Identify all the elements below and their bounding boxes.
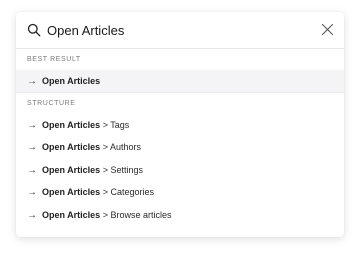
result-name: Open Articles [42, 142, 101, 153]
structure-section: STRUCTURE → Open Articles > Tags → Open Ar… [16, 92, 344, 226]
structure-item-settings[interactable]: → Open Articles > Settings [16, 159, 344, 181]
section-header-structure: STRUCTURE [27, 100, 76, 107]
result-path: > Browse articles [100, 209, 172, 220]
arrow-right-icon: → [27, 187, 37, 199]
arrow-right-icon: → [27, 209, 37, 221]
result-path: > Settings [100, 164, 143, 175]
result-name: Open Articles [42, 209, 101, 220]
result-path: > Tags [100, 120, 130, 130]
result-name: Open Articles [42, 76, 101, 86]
structure-item-browse-articles[interactable]: → Open Articles > Browse articles [16, 204, 344, 226]
command-palette: BEST RESULT → Open Articles STRUCTURE → Op… [16, 12, 344, 237]
arrow-right-icon: → [27, 142, 37, 154]
best-result-item[interactable]: → Open Articles [16, 70, 344, 92]
section-header-best-result: BEST RESULT [27, 56, 81, 63]
result-name: Open Articles [42, 187, 101, 198]
search-bar [16, 12, 344, 49]
close-icon[interactable] [321, 23, 334, 36]
search-input[interactable] [47, 20, 307, 40]
result-path: > Authors [100, 142, 141, 153]
arrow-right-icon: → [27, 76, 37, 87]
result-name: Open Articles [42, 164, 101, 175]
result-name: Open Articles [42, 120, 101, 130]
structure-item-categories[interactable]: → Open Articles > Categories [16, 181, 344, 203]
arrow-right-icon: → [27, 164, 37, 176]
result-path: > Categories [100, 187, 154, 198]
arrow-right-icon: → [27, 120, 37, 131]
structure-item-authors[interactable]: → Open Articles > Authors [16, 136, 344, 158]
search-icon [27, 23, 41, 37]
structure-item-tags[interactable]: → Open Articles > Tags [16, 114, 344, 136]
